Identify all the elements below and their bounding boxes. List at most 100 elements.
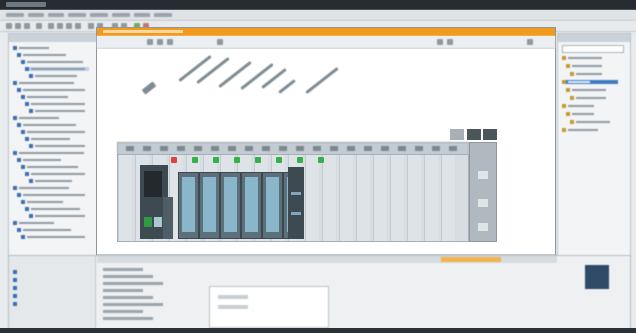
tree-item[interactable] [17,123,76,127]
tree-item[interactable] [21,165,78,169]
rack-fit-button[interactable] [483,129,497,140]
comm-module[interactable] [288,167,304,239]
tree-item[interactable] [13,81,74,85]
menu-options[interactable] [112,13,130,17]
io-module[interactable] [199,172,220,239]
io-module[interactable] [241,172,262,239]
tree-item[interactable] [17,88,89,92]
paste-icon[interactable] [66,23,72,29]
catalog-item[interactable] [566,88,618,92]
module-icon-2[interactable] [178,55,212,82]
tree-item[interactable] [13,46,49,50]
tree-item[interactable] [25,137,70,141]
tree-item[interactable] [25,207,80,211]
scroll-down-icon[interactable] [478,199,488,207]
tree-item[interactable] [17,53,66,57]
tree-item[interactable] [29,214,89,218]
tree-item[interactable] [13,116,59,120]
menu-insert[interactable] [68,13,86,17]
menu-edit[interactable] [28,13,44,17]
device-view-icon[interactable] [447,39,453,45]
editor-tab-bar[interactable] [97,28,555,36]
tree-item[interactable] [21,235,88,239]
menu-tools[interactable] [134,13,150,17]
catalog-item[interactable] [566,64,618,68]
tree-item[interactable] [25,102,85,106]
undo-icon[interactable] [88,23,94,29]
property-row[interactable] [103,268,143,271]
menu-online[interactable] [90,13,108,17]
io-module[interactable] [178,172,199,239]
property-row[interactable] [103,296,153,299]
property-row[interactable] [103,282,163,285]
catalog-item[interactable] [570,72,618,76]
property-row[interactable] [103,310,143,313]
catalog-item[interactable] [562,128,618,132]
tree-item[interactable] [17,158,61,162]
zoom-out-icon[interactable] [157,39,163,45]
rack-slot[interactable] [322,155,336,241]
print-icon[interactable] [36,23,42,29]
zoom-in-icon[interactable] [147,39,153,45]
module-icon-8[interactable] [305,67,339,94]
catalog-item[interactable] [570,120,618,124]
delete-icon[interactable] [75,23,81,29]
rack-slot[interactable] [356,155,370,241]
property-field[interactable] [218,305,248,309]
scroll-end-icon[interactable] [478,223,488,231]
rack-slot[interactable] [118,155,132,241]
catalog-item[interactable] [562,56,618,60]
rack-slot[interactable] [390,155,404,241]
module-icon-7[interactable] [278,79,296,94]
tree-item[interactable] [21,60,83,64]
tree-item[interactable] [25,67,89,71]
rack-slot[interactable] [339,155,353,241]
property-row[interactable] [103,303,163,306]
tree-item[interactable] [29,109,89,113]
portal-view-tile[interactable] [585,265,609,289]
power-module[interactable] [163,197,173,239]
rack-slot[interactable] [305,155,319,241]
tree-item[interactable] [25,172,89,176]
io-module[interactable] [262,172,283,239]
tree-item[interactable] [21,200,63,204]
network-view-icon[interactable] [217,39,223,45]
rack-slot[interactable] [441,155,455,241]
catalog-item[interactable] [562,104,618,108]
rack-slot[interactable] [373,155,387,241]
catalog-search-input[interactable] [562,45,624,53]
property-field[interactable] [218,295,248,299]
menu-project[interactable] [6,13,24,17]
module-icon-1[interactable] [141,81,157,95]
copy-icon[interactable] [57,23,63,29]
tree-item[interactable] [17,193,86,197]
catalog-item[interactable] [570,96,618,100]
scroll-up-icon[interactable] [478,171,488,179]
grid-icon[interactable] [167,39,173,45]
tree-item[interactable] [17,228,71,232]
rack-scroll-panel[interactable] [469,142,497,242]
tree-item[interactable] [21,95,68,99]
rack-slot[interactable] [407,155,421,241]
rack-slot[interactable] [424,155,438,241]
catalog-item[interactable] [562,80,618,84]
menu-view[interactable] [48,13,64,17]
rack-canvas[interactable] [97,49,555,254]
tree-item[interactable] [13,151,84,155]
menu-window[interactable] [154,13,172,17]
tree-item[interactable] [13,221,54,225]
inspector-properties-tab[interactable] [441,257,501,262]
cut-icon[interactable] [48,23,54,29]
tree-item[interactable] [21,130,89,134]
tree-item[interactable] [29,179,72,183]
property-row[interactable] [103,317,153,320]
inspector-content-box[interactable] [209,286,329,328]
property-row[interactable] [103,275,153,278]
tree-item[interactable] [29,144,87,148]
catalog-item[interactable] [566,112,618,116]
property-row[interactable] [103,289,143,292]
topology-view-icon[interactable] [437,39,443,45]
open-icon[interactable] [15,23,21,29]
rack-zoom-button[interactable] [467,129,481,140]
new-project-icon[interactable] [6,23,12,29]
